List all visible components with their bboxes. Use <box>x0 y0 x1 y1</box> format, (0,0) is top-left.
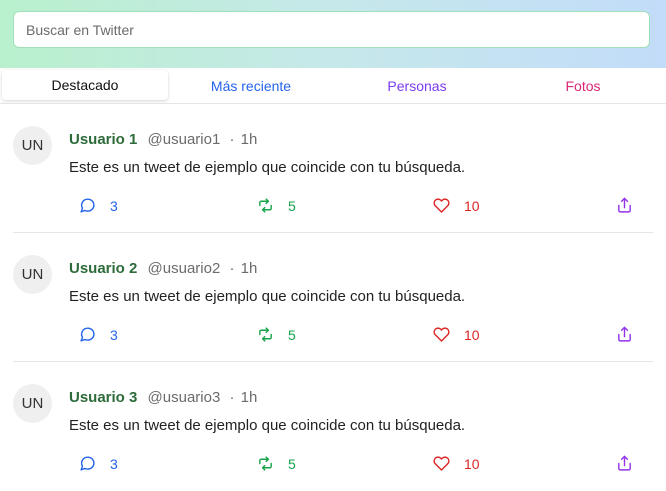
share-button[interactable] <box>616 197 633 214</box>
search-header <box>0 0 666 68</box>
tweet-meta: Usuario 3 @usuario3 · 1h <box>69 389 257 406</box>
search-box[interactable] <box>13 11 650 48</box>
tweet-meta: Usuario 2 @usuario2 · 1h <box>69 260 257 277</box>
retweet-count: 5 <box>288 197 296 214</box>
tweet-text: Este es un tweet de ejemplo que coincide… <box>69 159 466 176</box>
like-count: 10 <box>464 197 480 214</box>
user-name[interactable]: Usuario 3 <box>69 389 137 406</box>
avatar[interactable]: UN <box>13 384 52 423</box>
user-handle[interactable]: @usuario1 <box>148 131 221 148</box>
reply-button[interactable]: 3 <box>79 455 118 472</box>
like-button[interactable]: 10 <box>433 455 480 472</box>
tab-fotos[interactable]: Fotos <box>500 68 666 103</box>
tweet-time: 1h <box>240 389 258 406</box>
user-name[interactable]: Usuario 2 <box>69 260 137 277</box>
tweet-actions: 3 5 10 <box>13 197 653 217</box>
share-button[interactable] <box>616 455 633 472</box>
retweet-icon <box>259 198 272 213</box>
tweet-actions: 3 5 10 <box>13 326 653 346</box>
separator-dot: · <box>229 260 235 277</box>
heart-icon <box>433 456 450 471</box>
retweet-button[interactable]: 5 <box>257 326 296 343</box>
avatar[interactable]: UN <box>13 255 52 294</box>
search-tabs: Destacado Más reciente Personas Fotos <box>0 68 666 104</box>
like-count: 10 <box>464 326 480 343</box>
retweet-count: 5 <box>288 455 296 472</box>
share-icon <box>618 326 631 342</box>
tweet-feed: UN Usuario 1 @usuario1 · 1h Este es un t… <box>0 104 666 491</box>
tweet-time: 1h <box>240 260 258 277</box>
user-handle[interactable]: @usuario3 <box>148 389 221 406</box>
reply-button[interactable]: 3 <box>79 326 118 343</box>
like-button[interactable]: 10 <box>433 197 480 214</box>
reply-icon <box>80 198 95 213</box>
reply-button[interactable]: 3 <box>79 197 118 214</box>
user-name[interactable]: Usuario 1 <box>69 131 137 148</box>
reply-icon <box>80 327 95 342</box>
tab-mas-reciente[interactable]: Más reciente <box>168 68 334 103</box>
tweet-item[interactable]: UN Usuario 1 @usuario1 · 1h Este es un t… <box>13 104 653 233</box>
search-input[interactable] <box>14 12 649 47</box>
tweet-time: 1h <box>240 131 258 148</box>
heart-icon <box>433 327 450 342</box>
reply-count: 3 <box>110 197 118 214</box>
retweet-button[interactable]: 5 <box>257 197 296 214</box>
tweet-text: Este es un tweet de ejemplo que coincide… <box>69 417 466 434</box>
share-icon <box>618 197 631 213</box>
retweet-button[interactable]: 5 <box>257 455 296 472</box>
reply-icon <box>80 456 95 471</box>
retweet-count: 5 <box>288 326 296 343</box>
tweet-meta: Usuario 1 @usuario1 · 1h <box>69 131 257 148</box>
retweet-icon <box>259 456 272 471</box>
retweet-icon <box>259 327 272 342</box>
tweet-item[interactable]: UN Usuario 2 @usuario2 · 1h Este es un t… <box>13 233 653 362</box>
reply-count: 3 <box>110 326 118 343</box>
heart-icon <box>433 198 450 213</box>
avatar[interactable]: UN <box>13 126 52 165</box>
tab-destacado[interactable]: Destacado <box>2 70 168 100</box>
separator-dot: · <box>229 131 235 148</box>
user-handle[interactable]: @usuario2 <box>148 260 221 277</box>
like-count: 10 <box>464 455 480 472</box>
tweet-text: Este es un tweet de ejemplo que coincide… <box>69 288 466 305</box>
tweet-actions: 3 5 10 <box>13 455 653 475</box>
separator-dot: · <box>229 389 235 406</box>
tab-personas[interactable]: Personas <box>334 68 500 103</box>
reply-count: 3 <box>110 455 118 472</box>
share-icon <box>618 455 631 471</box>
like-button[interactable]: 10 <box>433 326 480 343</box>
tweet-item[interactable]: UN Usuario 3 @usuario3 · 1h Este es un t… <box>13 362 653 491</box>
share-button[interactable] <box>616 326 633 343</box>
